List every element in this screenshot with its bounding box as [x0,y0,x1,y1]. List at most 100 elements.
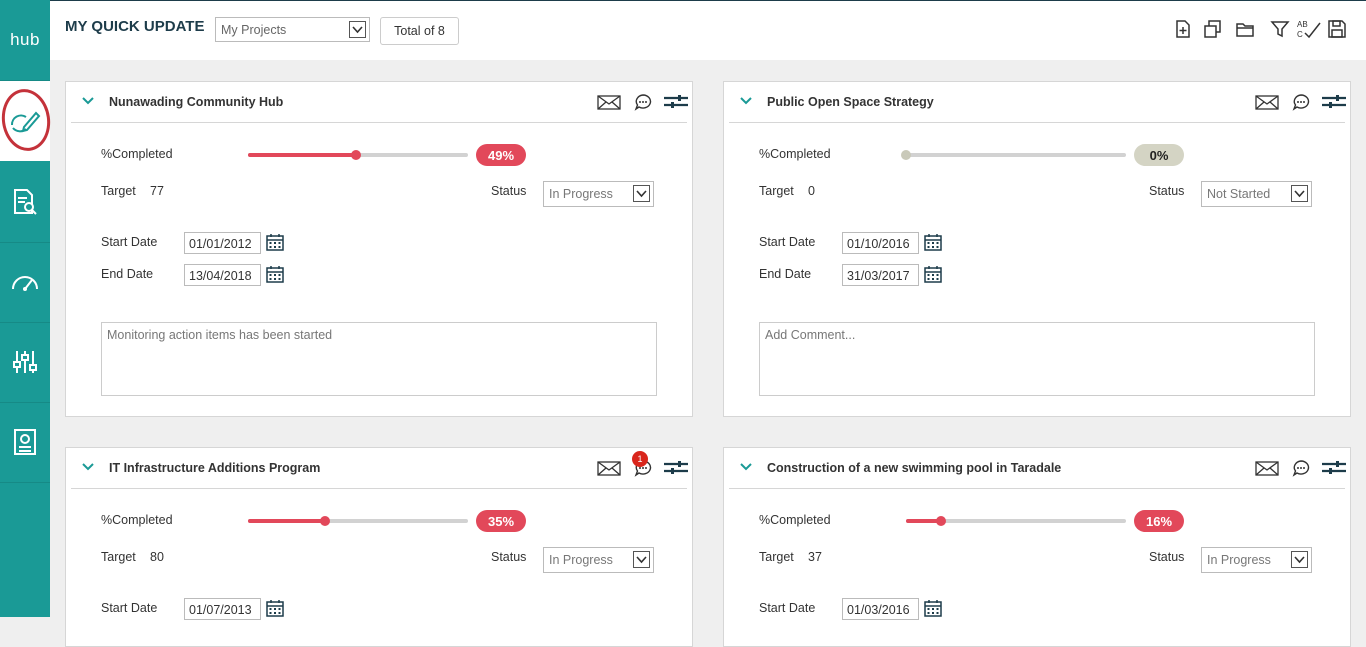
folder-icon[interactable] [1235,19,1255,39]
start-date-label: Start Date [101,235,158,249]
end-date-field[interactable]: 31/03/2017 [842,264,919,286]
project-filter-select[interactable]: My Projects [215,17,370,42]
chevron-down-icon[interactable] [349,21,366,38]
calendar-icon[interactable] [265,232,285,252]
top-bar: MY QUICK UPDATE My Projects Total of 8 A… [50,0,1366,60]
copy-icon[interactable] [1203,19,1223,39]
chevron-down-icon[interactable] [633,185,650,202]
filter-icon[interactable] [1270,19,1290,39]
sidebar-item-document-search[interactable] [0,162,50,243]
chat-icon[interactable] [1291,458,1311,478]
sidebar-item-settings[interactable] [0,322,50,403]
project-title: Public Open Space Strategy [767,95,934,109]
target-value: 77 [150,184,164,198]
status-value: In Progress [1207,553,1271,567]
end-date-field[interactable]: 13/04/2018 [184,264,261,286]
status-select[interactable]: In Progress [1201,547,1312,573]
percent-badge: 35% [476,510,526,532]
card-header: IT Infrastructure Additions Program 1 [71,448,689,489]
start-date-label: Start Date [759,601,816,615]
status-select[interactable]: In Progress [543,181,654,207]
progress-knob[interactable] [351,150,361,160]
start-date-label: Start Date [101,601,158,615]
chevron-down-icon[interactable] [739,462,753,472]
chevron-down-icon[interactable] [81,96,95,106]
email-icon[interactable] [1255,92,1279,112]
new-document-icon[interactable] [1173,19,1193,39]
target-label: Target [759,550,794,564]
sliders-icon[interactable] [1321,92,1347,112]
start-date-field[interactable]: 01/01/2012 [184,232,261,254]
sidebar: hub [0,0,55,617]
email-icon[interactable] [597,458,621,478]
project-title: Nunawading Community Hub [109,95,284,109]
target-value: 37 [808,550,822,564]
svg-text:C: C [1297,30,1303,39]
chat-count-badge: 1 [632,451,648,467]
status-select[interactable]: In Progress [543,547,654,573]
end-date-label: End Date [759,267,812,281]
start-date-label: Start Date [759,235,816,249]
comment-textarea[interactable]: Monitoring action items has been started [101,322,657,396]
progress-knob[interactable] [936,516,946,526]
status-label: Status [491,184,527,198]
calendar-icon[interactable] [923,598,943,618]
hub-logo[interactable]: hub [0,0,50,81]
progress-slider[interactable] [906,516,1126,526]
start-date-field[interactable]: 01/10/2016 [842,232,919,254]
progress-slider[interactable] [248,516,468,526]
progress-slider[interactable] [248,150,468,160]
sliders-icon[interactable] [663,92,689,112]
sidebar-item-quick-update[interactable] [0,81,55,161]
status-select[interactable]: Not Started [1201,181,1312,207]
project-card: Nunawading Community Hub %Completed 49% … [65,81,693,417]
chevron-down-icon[interactable] [739,96,753,106]
sliders-icon[interactable] [663,458,689,478]
completed-label: %Completed [101,513,173,527]
project-filter-value: My Projects [221,23,287,37]
calendar-icon[interactable] [923,232,943,252]
progress-knob[interactable] [320,516,330,526]
chevron-down-icon[interactable] [1291,185,1308,202]
target-value: 80 [150,550,164,564]
chevron-down-icon[interactable] [1291,551,1308,568]
progress-knob[interactable] [901,150,911,160]
chevron-down-icon[interactable] [81,462,95,472]
card-header: Public Open Space Strategy [729,82,1347,123]
sidebar-item-dashboard[interactable] [0,242,50,323]
email-icon[interactable] [597,92,621,112]
chat-icon[interactable] [1291,92,1311,112]
calendar-icon[interactable] [923,264,943,284]
report-icon [14,429,36,455]
sliders-icon[interactable] [1321,458,1347,478]
project-title: IT Infrastructure Additions Program [109,461,321,475]
comment-textarea[interactable]: Add Comment... [759,322,1315,396]
sidebar-item-reports[interactable] [0,402,50,483]
progress-fill [248,519,325,523]
project-card: Public Open Space Strategy %Completed 0%… [723,81,1351,417]
chat-icon[interactable] [633,92,653,112]
total-count-button[interactable]: Total of 8 [380,17,459,45]
spellcheck-icon[interactable]: AB C [1296,19,1322,39]
status-value: Not Started [1207,187,1271,201]
percent-badge: 49% [476,144,526,166]
status-label: Status [1149,184,1185,198]
document-search-icon [14,189,37,215]
gauge-icon [12,276,38,291]
progress-fill [248,153,356,157]
calendar-icon[interactable] [265,598,285,618]
save-icon[interactable] [1327,19,1347,39]
target-label: Target [101,184,136,198]
status-label: Status [491,550,527,564]
chevron-down-icon[interactable] [633,551,650,568]
end-date-label: End Date [101,267,154,281]
target-value: 0 [808,184,815,198]
page-title: MY QUICK UPDATE [65,18,205,35]
completed-label: %Completed [101,147,173,161]
progress-slider[interactable] [901,150,1126,160]
calendar-icon[interactable] [265,264,285,284]
edit-refresh-icon [11,111,41,133]
email-icon[interactable] [1255,458,1279,478]
svg-text:AB: AB [1297,20,1308,29]
percent-badge: 16% [1134,510,1184,532]
